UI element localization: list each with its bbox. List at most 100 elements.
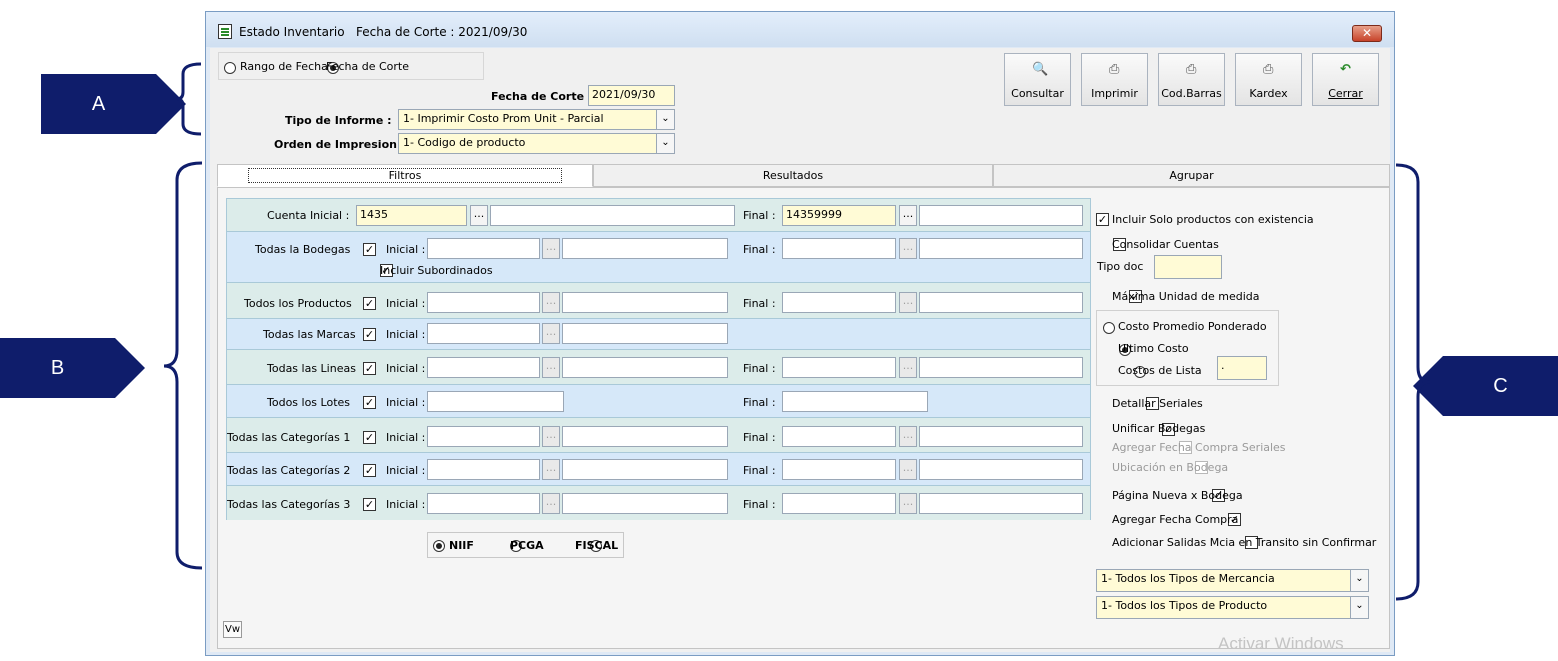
lineas-checkbox[interactable]: ✓: [363, 361, 376, 375]
cat3-label: Todas las Categorías 3: [227, 498, 351, 511]
cat2-final-lookup-button[interactable]: ...: [899, 459, 917, 480]
maxima-unidad-label: Máxima Unidad de medida: [1112, 290, 1260, 303]
productos-inicial-desc: [562, 292, 728, 313]
detallar-seriales-label: Detallar Seriales: [1112, 397, 1203, 410]
filter-row-cuenta: Cuenta Inicial : 1435 ... Final : 143599…: [227, 199, 1090, 232]
unificar-bodegas-label: Unificar Bodegas: [1112, 422, 1206, 435]
filter-row-bodegas: Todas la Bodegas ✓ Inicial : ... Final :…: [227, 232, 1090, 283]
cuenta-final-lookup-button[interactable]: ...: [899, 205, 917, 226]
orden-impresion-select[interactable]: 1- Codigo de producto ⌄: [398, 133, 675, 154]
lotes-checkbox[interactable]: ✓: [363, 395, 376, 409]
marcas-checkbox[interactable]: ✓: [363, 327, 376, 341]
lotes-final-label: Final :: [743, 396, 776, 409]
productos-checkbox[interactable]: ✓: [363, 296, 376, 310]
cat1-inicial-desc: [562, 426, 728, 447]
cat2-final-input[interactable]: [782, 459, 896, 480]
cat2-inicial-input[interactable]: [427, 459, 540, 480]
lotes-final-input[interactable]: [782, 391, 928, 412]
chevron-down-icon: ⌄: [656, 134, 674, 153]
marcas-inicial-lookup-button[interactable]: ...: [542, 323, 560, 344]
cod-barras-button[interactable]: ⎙ Cod.Barras: [1158, 53, 1225, 106]
bodegas-label: Todas la Bodegas: [255, 243, 351, 256]
productos-inicial-input[interactable]: [427, 292, 540, 313]
solo-existencia-checkbox[interactable]: ✓: [1096, 212, 1109, 226]
productos-final-lookup-button[interactable]: ...: [899, 292, 917, 313]
lotes-inicial-input[interactable]: [427, 391, 564, 412]
lineas-label: Todas las Lineas: [267, 362, 356, 375]
callout-c-label: C: [1493, 374, 1508, 397]
bracket-b: [163, 161, 203, 570]
tipo-informe-select[interactable]: 1- Imprimir Costo Prom Unit - Parcial ⌄: [398, 109, 675, 130]
cuenta-inicial-input[interactable]: 1435: [356, 205, 467, 226]
cat3-inicial-lookup-button[interactable]: ...: [542, 493, 560, 514]
cat1-inicial-input[interactable]: [427, 426, 540, 447]
tab-agrupar-label: Agrupar: [1169, 169, 1214, 182]
cuenta-inicial-desc: [490, 205, 735, 226]
tipos-mercancia-select[interactable]: 1- Todos los Tipos de Mercancia ⌄: [1096, 569, 1369, 592]
printer-icon: ⎙: [1263, 62, 1274, 77]
cat1-final-input[interactable]: [782, 426, 896, 447]
cuenta-final-desc: [919, 205, 1083, 226]
filters-grid: Cuenta Inicial : 1435 ... Final : 143599…: [226, 198, 1091, 520]
marcas-inicial-input[interactable]: [427, 323, 540, 344]
tipo-doc-label: Tipo doc: [1097, 260, 1144, 273]
productos-final-input[interactable]: [782, 292, 896, 313]
adicionar-salidas-label: Adicionar Salidas Mcia en Transito sin C…: [1112, 536, 1377, 549]
marcas-inicial-label: Inicial :: [386, 328, 426, 341]
bodegas-final-input[interactable]: [782, 238, 896, 259]
cuenta-final-input[interactable]: 14359999: [782, 205, 896, 226]
bodegas-inicial-input[interactable]: [427, 238, 540, 259]
lineas-inicial-lookup-button[interactable]: ...: [542, 357, 560, 378]
tipo-doc-input[interactable]: [1154, 255, 1222, 279]
bodegas-final-desc: [919, 238, 1083, 259]
bodegas-checkbox[interactable]: ✓: [363, 242, 376, 256]
cat3-final-lookup-button[interactable]: ...: [899, 493, 917, 514]
cat3-checkbox[interactable]: ✓: [363, 497, 376, 511]
cat1-checkbox[interactable]: ✓: [363, 430, 376, 444]
costos-lista-label: Costos de Lista: [1118, 364, 1202, 377]
agregar-fecha-compra-label: Agregar Fecha Compra: [1112, 513, 1239, 526]
marcas-inicial-desc: [562, 323, 728, 344]
cat3-inicial-input[interactable]: [427, 493, 540, 514]
cuenta-final-label: Final :: [743, 209, 776, 222]
callout-b-arrow: [115, 338, 145, 398]
tab-resultados-label: Resultados: [762, 169, 824, 182]
lineas-final-input[interactable]: [782, 357, 896, 378]
bodegas-inicial-lookup-button[interactable]: ...: [542, 238, 560, 259]
tab-filtros[interactable]: Filtros: [217, 164, 593, 187]
filter-row-lotes: Todos los Lotes ✓ Inicial : Final :: [227, 385, 1090, 418]
close-window-button[interactable]: ✕: [1352, 25, 1382, 42]
cat3-final-input[interactable]: [782, 493, 896, 514]
window-title: Estado Inventario Fecha de Corte : 2021/…: [239, 25, 527, 39]
cat1-final-lookup-button[interactable]: ...: [899, 426, 917, 447]
productos-final-label: Final :: [743, 297, 776, 310]
tab-agrupar[interactable]: Agrupar: [993, 164, 1390, 187]
fiscal-label: FISCAL: [575, 539, 619, 552]
lineas-inicial-input[interactable]: [427, 357, 540, 378]
tipos-producto-select[interactable]: 1- Todos los Tipos de Producto ⌄: [1096, 596, 1369, 619]
filter-row-lineas: Todas las Lineas ✓ Inicial : ... Final :…: [227, 350, 1090, 385]
cuenta-inicial-lookup-button[interactable]: ...: [470, 205, 488, 226]
cat2-checkbox[interactable]: ✓: [363, 463, 376, 477]
costo-promedio-radio[interactable]: [1103, 322, 1115, 334]
niif-radio[interactable]: [433, 540, 445, 552]
cat2-inicial-lookup-button[interactable]: ...: [542, 459, 560, 480]
productos-inicial-lookup-button[interactable]: ...: [542, 292, 560, 313]
imprimir-button[interactable]: ⎙ Imprimir: [1081, 53, 1148, 106]
kardex-button[interactable]: ⎙ Kardex: [1235, 53, 1302, 106]
filter-row-cat1: Todas las Categorías 1 ✓ Inicial : ... F…: [227, 418, 1090, 453]
lotes-label: Todos los Lotes: [267, 396, 351, 409]
tab-resultados[interactable]: Resultados: [593, 164, 993, 187]
lotes-inicial-label: Inicial :: [386, 396, 426, 409]
bodegas-final-lookup-button[interactable]: ...: [899, 238, 917, 259]
rango-fechas-radio[interactable]: [224, 62, 236, 74]
costos-lista-input[interactable]: .: [1217, 356, 1267, 380]
lineas-final-lookup-button[interactable]: ...: [899, 357, 917, 378]
consultar-button[interactable]: 🔍 Consultar: [1004, 53, 1071, 106]
cat1-inicial-lookup-button[interactable]: ...: [542, 426, 560, 447]
close-icon: ✕: [1361, 26, 1373, 40]
vw-button[interactable]: Vw: [223, 621, 242, 638]
cerrar-button[interactable]: ↶ Cerrar: [1312, 53, 1379, 106]
fecha-corte-input[interactable]: 2021/09/30: [588, 85, 675, 106]
inventory-window: Estado Inventario Fecha de Corte : 2021/…: [205, 11, 1395, 656]
